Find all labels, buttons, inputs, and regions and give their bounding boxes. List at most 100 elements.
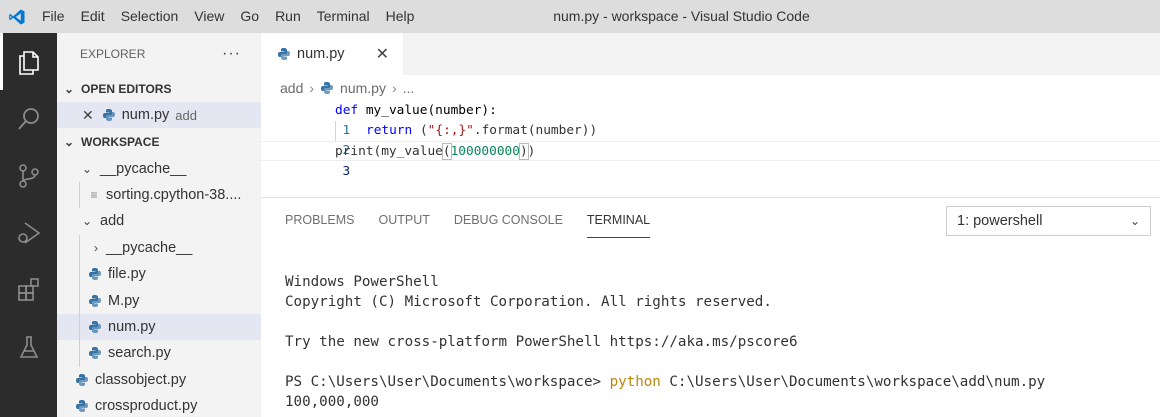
- file-label: file.py: [108, 266, 146, 283]
- menu-run[interactable]: Run: [267, 0, 309, 33]
- tree-folder-pycache[interactable]: ⌄ __pycache__: [57, 155, 261, 181]
- activity-bar: [0, 33, 57, 417]
- chevron-down-icon: ⌄: [63, 134, 75, 149]
- open-editor-name: num.py: [121, 107, 170, 124]
- chevron-down-icon: ⌄: [81, 214, 93, 229]
- tree-file-crossproduct-py[interactable]: crossproduct.py: [57, 393, 261, 417]
- close-icon[interactable]: ✕: [82, 107, 94, 124]
- explorer-icon[interactable]: [0, 33, 57, 90]
- python-file-icon: [277, 47, 291, 61]
- code-line-current: 3 print(my_value(100000000)): [261, 141, 1160, 179]
- tab-label: num.py: [297, 46, 345, 62]
- terminal-command: python: [609, 374, 661, 390]
- menu-file[interactable]: File: [34, 0, 73, 33]
- testing-icon[interactable]: [0, 318, 57, 375]
- menu-edit[interactable]: Edit: [73, 0, 113, 33]
- terminal-prompt: PS C:\Users\User\Documents\workspace>: [285, 374, 610, 390]
- more-actions-icon[interactable]: ···: [222, 45, 241, 63]
- workspace-label: WORKSPACE: [81, 134, 160, 149]
- tab-debug-console[interactable]: DEBUG CONSOLE: [454, 198, 563, 242]
- code-line: 1 def my_value(number):: [261, 101, 1160, 138]
- menu-view[interactable]: View: [186, 0, 232, 33]
- file-label: classobject.py: [95, 371, 187, 388]
- python-file-icon: [102, 108, 116, 122]
- folder-label: add: [100, 213, 125, 230]
- tree-file-num-py[interactable]: num.py: [57, 313, 261, 341]
- run-debug-icon[interactable]: [0, 204, 57, 261]
- tree-file-search-py[interactable]: search.py: [57, 340, 261, 367]
- breadcrumb: add › num.py › ...: [261, 75, 1160, 100]
- close-icon[interactable]: ✕: [376, 44, 389, 64]
- terminal-line: Windows PowerShell: [285, 274, 439, 290]
- open-editor-item[interactable]: ✕ num.py add: [57, 102, 261, 129]
- terminal-args: C:\Users\User\Documents\workspace\add\nu…: [660, 374, 1046, 390]
- chevron-right-icon: ›: [94, 240, 98, 255]
- code-text: print(my_value(100000000)): [335, 143, 536, 160]
- terminal-select[interactable]: 1: powershell ⌄: [946, 206, 1151, 236]
- terminal-select-value: 1: powershell: [957, 213, 1043, 229]
- open-editors-label: OPEN EDITORS: [81, 81, 172, 96]
- tree-folder-add-pycache[interactable]: › __pycache__: [57, 234, 261, 261]
- code-editor[interactable]: 1 def my_value(number): 2 return ("{:,}"…: [261, 100, 1160, 195]
- tab-terminal[interactable]: TERMINAL: [586, 198, 651, 242]
- code-line: 2 return ("{:,}".format(number)): [261, 121, 1160, 158]
- tree-file-classobject-py[interactable]: classobject.py: [57, 367, 261, 393]
- tab-num-py[interactable]: num.py ✕: [261, 33, 403, 75]
- tab-output[interactable]: OUTPUT: [378, 198, 429, 242]
- chevron-down-icon: ⌄: [1129, 214, 1140, 228]
- menu-go[interactable]: Go: [232, 0, 267, 33]
- vscode-logo-icon: [0, 0, 34, 33]
- tree-file-sorting-pyc[interactable]: ≡ sorting.cpython-38....: [57, 181, 261, 209]
- folder-label: __pycache__: [100, 160, 187, 177]
- file-label: M.py: [108, 292, 140, 309]
- menu-bar: File Edit Selection View Go Run Terminal…: [34, 0, 422, 33]
- terminal-line: Copyright (C) Microsoft Corporation. All…: [285, 294, 772, 310]
- file-label: crossproduct.py: [95, 398, 198, 415]
- python-file-icon: [75, 373, 89, 387]
- menu-help[interactable]: Help: [378, 0, 423, 33]
- code-text: return ("{:,}".format(number)): [335, 121, 597, 141]
- code-text: def my_value(number):: [335, 103, 497, 118]
- file-label: search.py: [108, 345, 171, 362]
- explorer-title: EXPLORER: [80, 47, 146, 61]
- chevron-right-icon: ›: [391, 79, 397, 96]
- editor-area: num.py ✕ add › num.py › ... 1 def my_val…: [261, 33, 1160, 417]
- chevron-right-icon: ›: [309, 79, 315, 96]
- python-file-icon: [75, 399, 89, 413]
- python-file-icon: [320, 81, 334, 95]
- terminal-line: Try the new cross-platform PowerShell ht…: [285, 334, 798, 350]
- tree-file-file-py[interactable]: file.py: [57, 260, 261, 288]
- open-editors-section[interactable]: ⌄ OPEN EDITORS: [57, 75, 261, 102]
- python-file-icon: [88, 346, 102, 360]
- explorer-header: EXPLORER ···: [57, 33, 261, 75]
- source-control-icon[interactable]: [0, 147, 57, 204]
- line-number: 3: [342, 164, 351, 179]
- extensions-icon[interactable]: [0, 261, 57, 318]
- title-bar: File Edit Selection View Go Run Terminal…: [0, 0, 1160, 33]
- file-label: num.py: [108, 318, 156, 335]
- file-lines-icon: ≡: [90, 187, 98, 202]
- explorer-sidebar: EXPLORER ··· ⌄ OPEN EDITORS ✕ num.py add…: [57, 33, 261, 417]
- breadcrumb-folder[interactable]: add: [280, 80, 303, 96]
- tab-problems[interactable]: PROBLEMS: [285, 198, 354, 242]
- breadcrumb-symbol[interactable]: ...: [403, 80, 415, 96]
- python-file-icon: [88, 267, 102, 281]
- chevron-down-icon: ⌄: [63, 81, 75, 96]
- workspace-section[interactable]: ⌄ WORKSPACE: [57, 128, 261, 155]
- folder-label: __pycache__: [106, 239, 193, 256]
- menu-selection[interactable]: Selection: [113, 0, 187, 33]
- open-editor-folder-hint: add: [175, 107, 197, 123]
- terminal-line: 100,000,000: [285, 394, 379, 410]
- bottom-panel: PROBLEMS OUTPUT DEBUG CONSOLE TERMINAL 1…: [261, 198, 1160, 417]
- tree-file-m-py[interactable]: M.py: [57, 287, 261, 314]
- breadcrumb-file[interactable]: num.py: [340, 80, 386, 96]
- file-label: sorting.cpython-38....: [106, 186, 242, 203]
- tree-folder-add[interactable]: ⌄ add: [57, 208, 261, 234]
- search-icon[interactable]: [0, 90, 57, 147]
- python-file-icon: [88, 320, 102, 334]
- terminal-output[interactable]: Windows PowerShell Copyright (C) Microso…: [285, 272, 1045, 412]
- python-file-icon: [88, 294, 102, 308]
- editor-tab-bar: num.py ✕: [261, 33, 1160, 75]
- chevron-down-icon: ⌄: [81, 161, 93, 176]
- menu-terminal[interactable]: Terminal: [309, 0, 378, 33]
